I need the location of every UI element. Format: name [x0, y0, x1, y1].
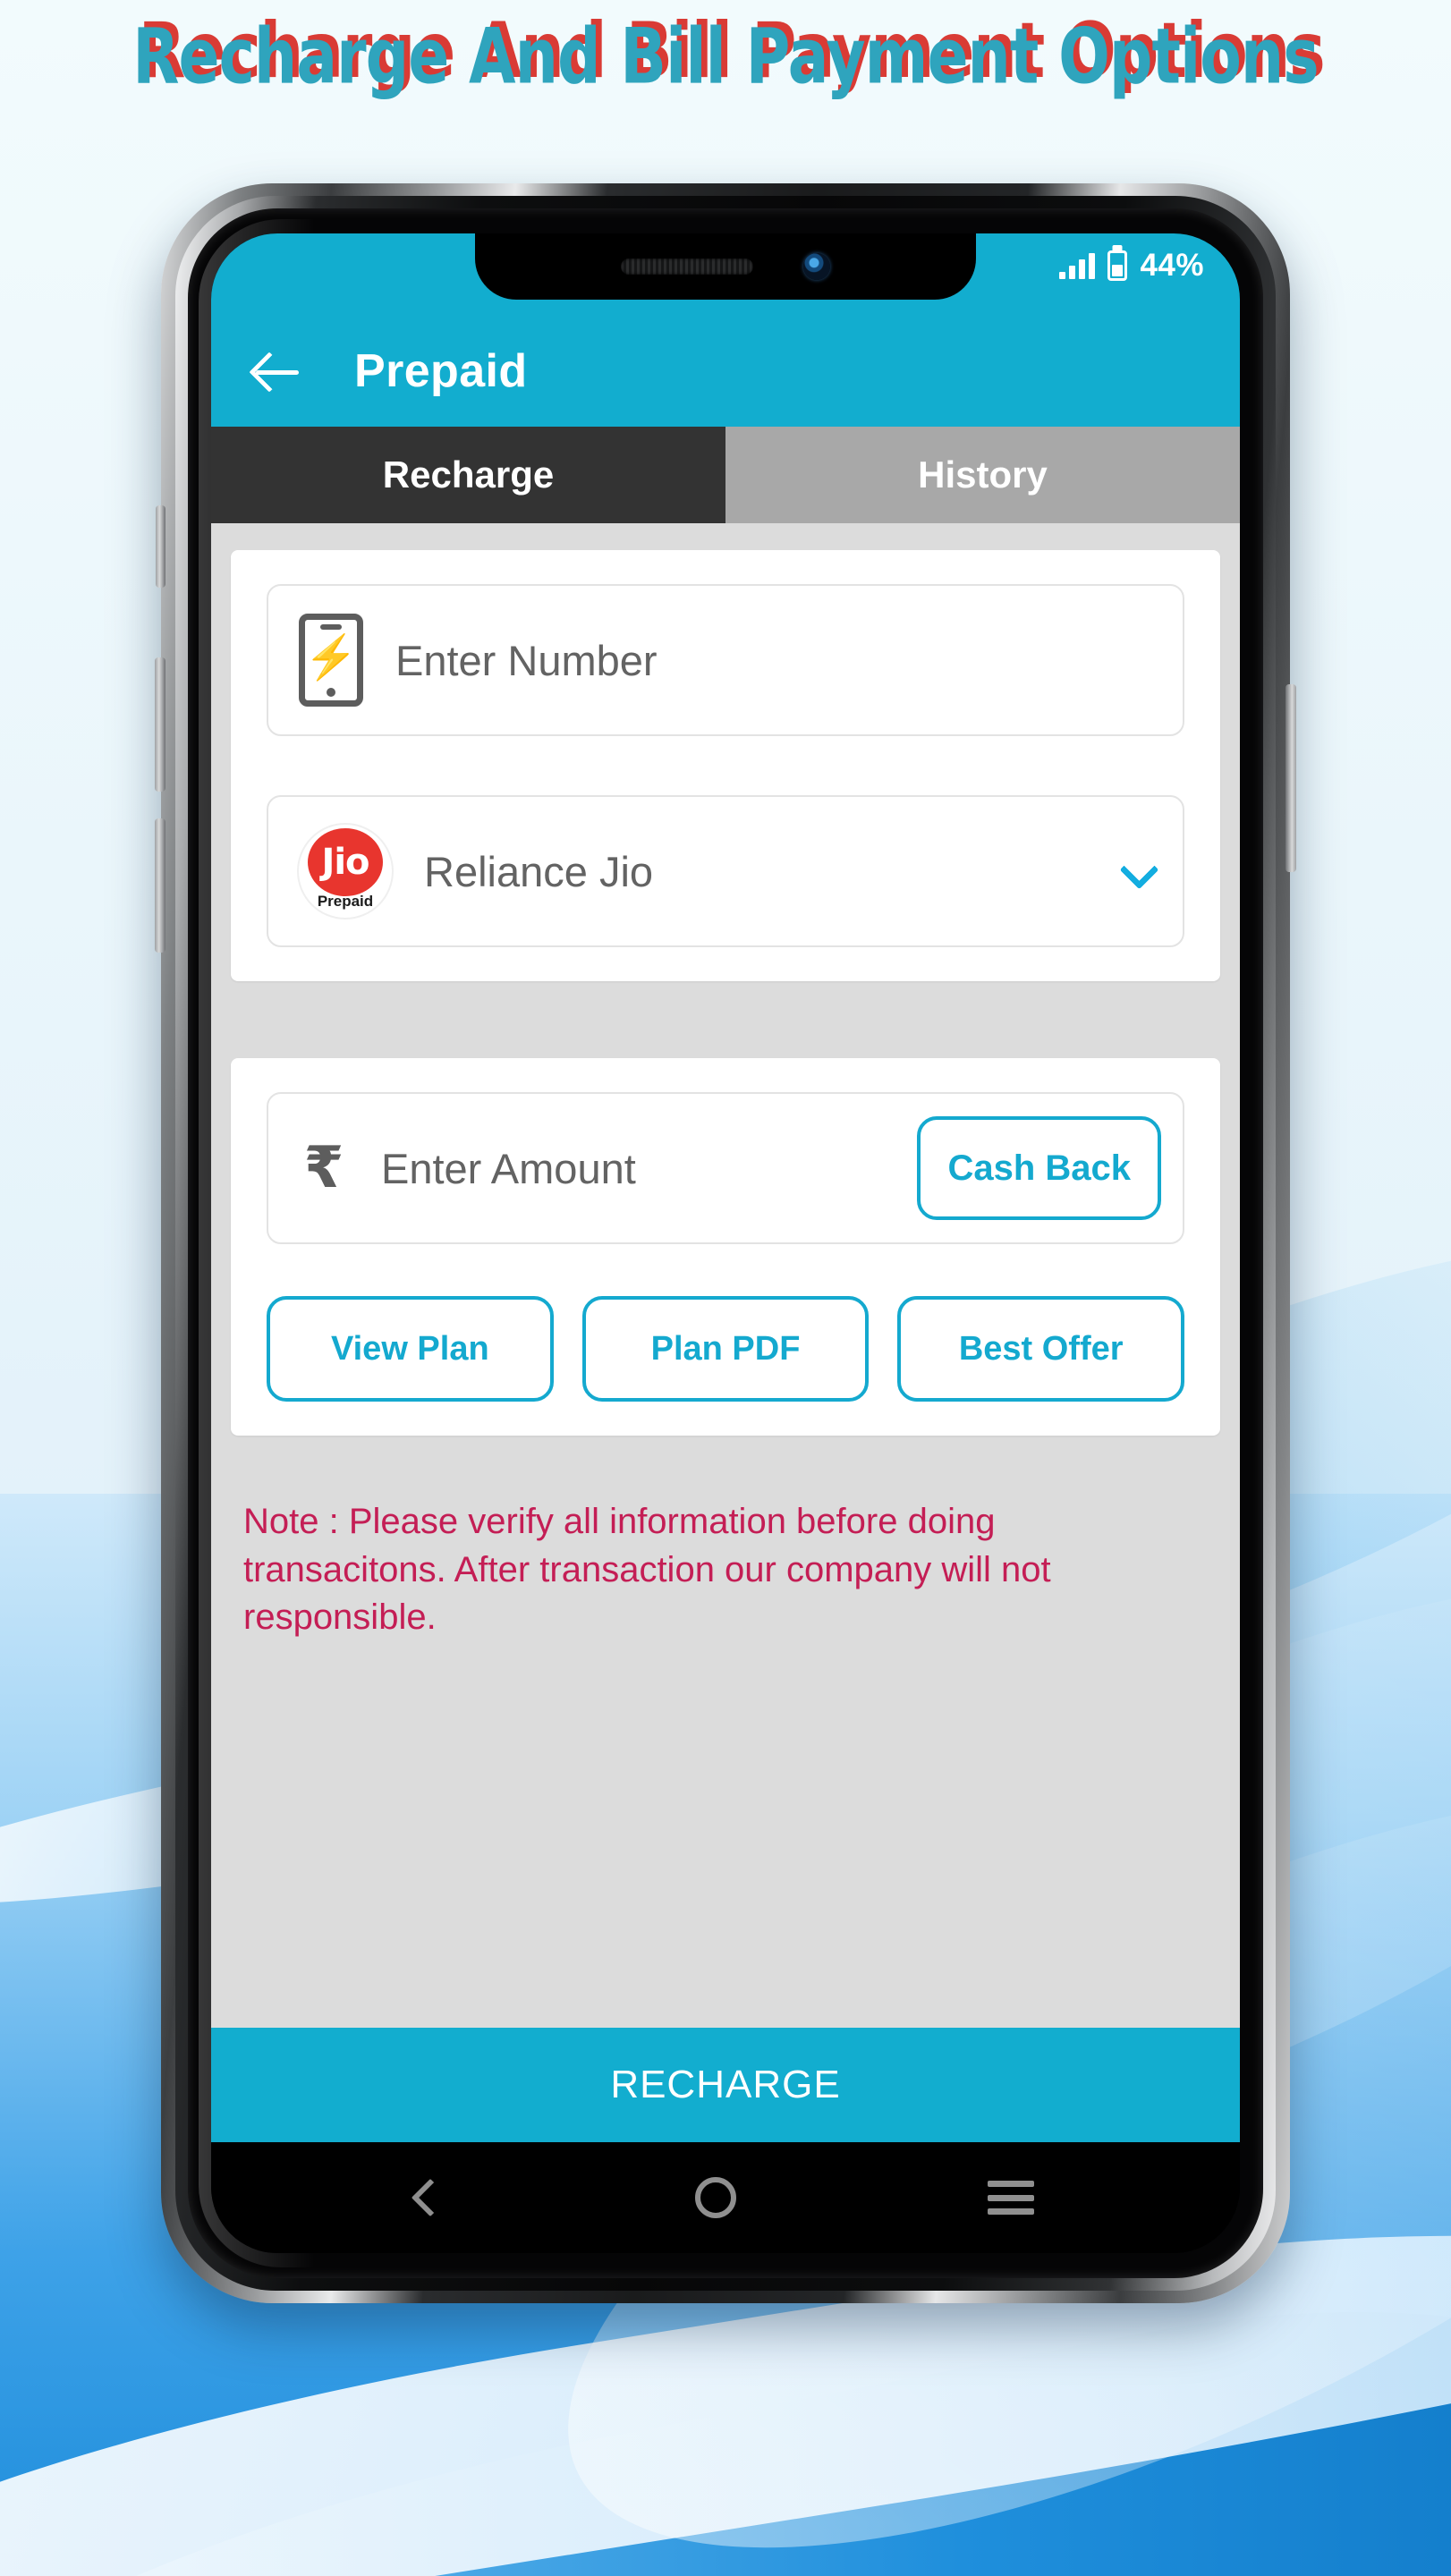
- nav-recents-icon[interactable]: [987, 2181, 1034, 2215]
- phone-mockup: 44% Prepaid Recharge History ⚡ Enter Num…: [155, 183, 1296, 2303]
- rupee-icon: ₹: [303, 1135, 344, 1201]
- phone-button-power: [1286, 684, 1296, 872]
- recharge-submit-button[interactable]: RECHARGE: [211, 2028, 1240, 2142]
- number-operator-card: ⚡ Enter Number Jio Prepaid Reliance Jio: [231, 550, 1220, 981]
- tab-bar: Recharge History: [211, 427, 1240, 523]
- battery-percent-label: 44%: [1140, 248, 1204, 283]
- tab-recharge[interactable]: Recharge: [211, 427, 726, 523]
- phone-screen: 44% Prepaid Recharge History ⚡ Enter Num…: [211, 233, 1240, 2253]
- phone-button-volume-down: [155, 818, 165, 953]
- amount-field[interactable]: ₹ Enter Amount Cash Back: [267, 1092, 1184, 1244]
- plan-action-buttons: View Plan Plan PDF Best Offer: [267, 1296, 1185, 1402]
- disclaimer-note: Note : Please verify all information bef…: [243, 1502, 1051, 1638]
- bolt-glyph: ⚡: [304, 634, 358, 682]
- battery-icon: [1107, 250, 1128, 281]
- cash-back-button[interactable]: Cash Back: [917, 1116, 1161, 1220]
- phone-button-silent: [156, 505, 165, 588]
- chevron-down-icon[interactable]: [1122, 856, 1152, 886]
- tab-history[interactable]: History: [726, 427, 1240, 523]
- front-camera-icon: [803, 253, 830, 280]
- app-bar-title: Prepaid: [354, 345, 528, 397]
- page-title: Recharge And Bill Payment Options: [132, 11, 1319, 102]
- nav-home-icon[interactable]: [694, 2177, 736, 2218]
- earpiece-speaker-icon: [621, 258, 753, 275]
- best-offer-button[interactable]: Best Offer: [897, 1296, 1185, 1402]
- back-arrow-icon[interactable]: [252, 346, 302, 396]
- phone-button-volume-up: [155, 657, 165, 792]
- signal-bars-icon: [1059, 252, 1096, 279]
- jio-logo-mark: Jio: [308, 828, 383, 896]
- app-bar: Prepaid: [211, 316, 1240, 427]
- app-content: ⚡ Enter Number Jio Prepaid Reliance Jio …: [211, 523, 1240, 2028]
- mobile-number-field[interactable]: ⚡ Enter Number: [267, 584, 1184, 736]
- operator-name-label: Reliance Jio: [424, 847, 654, 895]
- status-bar: 44%: [211, 233, 1240, 316]
- plan-pdf-button[interactable]: Plan PDF: [581, 1296, 870, 1402]
- mobile-bolt-icon: ⚡: [299, 614, 363, 707]
- operator-select-field[interactable]: Jio Prepaid Reliance Jio: [267, 795, 1184, 947]
- jio-logo-sublabel: Prepaid: [317, 893, 374, 910]
- status-bar-right: 44%: [1059, 233, 1240, 284]
- phone-notch: [475, 233, 976, 300]
- view-plan-button[interactable]: View Plan: [267, 1296, 554, 1402]
- jio-logo-icon: Jio Prepaid: [299, 825, 392, 918]
- amount-actions-card: ₹ Enter Amount Cash Back View Plan Plan …: [231, 1058, 1220, 1436]
- nav-back-icon[interactable]: [412, 2178, 450, 2217]
- mobile-number-placeholder: Enter Number: [395, 636, 658, 684]
- amount-placeholder: Enter Amount: [381, 1144, 636, 1192]
- android-nav-bar: [211, 2142, 1240, 2253]
